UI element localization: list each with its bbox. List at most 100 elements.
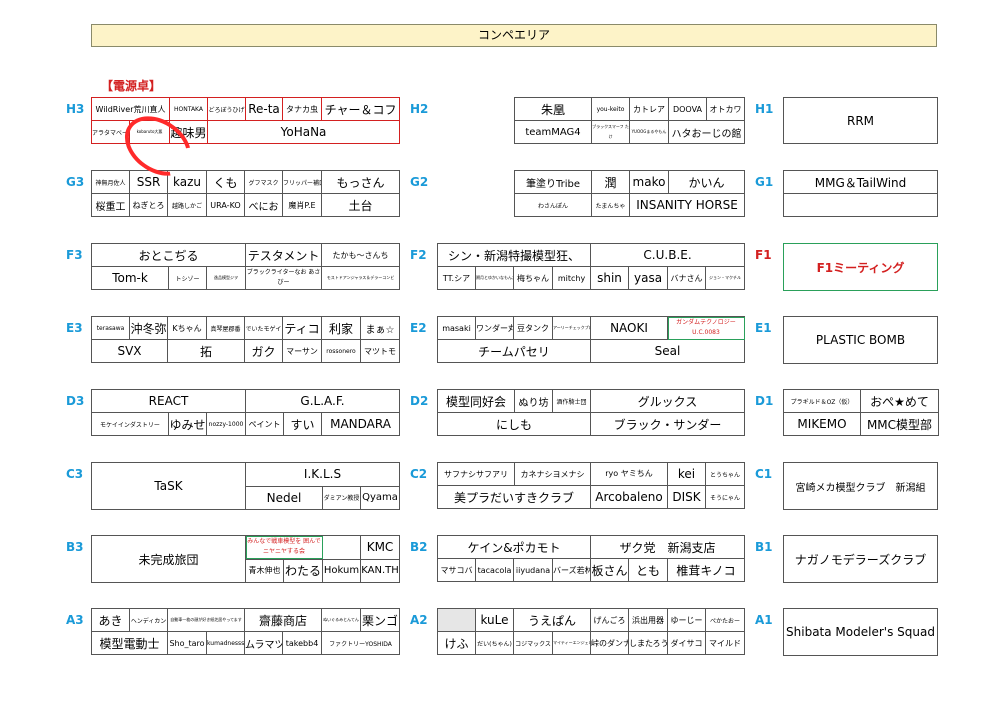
row-label-c1: C1 [755, 467, 773, 481]
table-cell: 筆塗りTribe [514, 170, 592, 194]
row-label-e1: E1 [755, 321, 772, 335]
table-cell: 拓 [167, 339, 245, 363]
table-cell: shin [590, 266, 630, 290]
row-label-b1: B1 [755, 540, 773, 554]
table-cell: yasa [628, 266, 669, 290]
table-cell: PLASTIC BOMB [783, 316, 938, 364]
table-cell: WildRiver荒川直人 [90, 97, 171, 121]
table-cell: kazu [167, 170, 207, 194]
table-cell: ぬり坊 [514, 389, 553, 413]
table-cell: ハタおーじの館 [668, 120, 745, 144]
table-cell: 豆タンク [513, 316, 553, 340]
table-cell: とも [628, 558, 668, 582]
table-cell: INSANITY HORSE [629, 193, 745, 217]
table-cell: MMG＆TailWind [783, 170, 938, 194]
table-cell: チームパセリ [437, 339, 591, 363]
row-label-a2: A2 [410, 613, 428, 627]
table-cell: 朱凰 [514, 97, 592, 121]
table-cell: terasawa [91, 316, 130, 340]
block-e2: masaki ワンダー丸 豆タンク アーリーチェックプロ NAOKI ガンダムテ… [437, 316, 745, 363]
block-b2: ケイン&ポカモト ザク党 新潟支店 マサコバ tacacola iiyudana… [437, 535, 746, 582]
table-cell: グフマスク [244, 170, 283, 194]
table-cell: 模型同好会 [437, 389, 515, 413]
table-cell: SSR [129, 170, 168, 194]
table-cell: ヘンディカン [129, 608, 168, 632]
block-f2: シン・新潟特撮模型狂、 C.U.B.E. TT.シア 朔月とゆかいなもんたち 梅… [436, 243, 746, 290]
row-label-e3: E3 [66, 321, 83, 335]
table-cell: バーズ若林 [552, 558, 591, 582]
table-cell: ザク党 新潟支店 [589, 535, 746, 559]
table-cell: チャー＆コフ [321, 97, 401, 121]
table-cell: Nedel [245, 485, 323, 510]
table-cell: NAOKI [590, 316, 668, 340]
table-cell: マーサン [282, 339, 322, 363]
table-cell: おとこぢる [90, 243, 247, 267]
row-label-d3: D3 [66, 394, 85, 408]
row-label-d2: D2 [410, 394, 429, 408]
table-cell: ファクトリーYOSHIDA [321, 631, 401, 655]
table-cell: ゆみせ [168, 412, 207, 436]
table-cell: masaki [437, 316, 476, 340]
table-cell: とうちゃん [705, 462, 745, 486]
row-label-f1: F1 [755, 248, 772, 262]
row-label-h1: H1 [755, 102, 774, 116]
table-cell: だい(ちゃん) [475, 631, 514, 655]
table-cell: 自動車一枚の顔が好き紙芝居やってます [166, 608, 246, 632]
table-cell: 魔肖P.E [282, 193, 322, 217]
table-cell: ジョン・マクチル [705, 266, 746, 290]
table-cell: YUOOGまるやもん [629, 120, 669, 144]
block-e3: terasawa 沖冬弥 Kちゃん 真琴屋郡番 でいたモゲイ ティコ 利家 まぁ… [91, 316, 400, 363]
table-cell: F1ミーティング [783, 243, 938, 291]
row-label-e2: E2 [410, 321, 427, 335]
table-cell: ティコ [282, 316, 322, 340]
table-cell: ryo ヤミちん [590, 462, 668, 486]
table-cell: マイルド [705, 631, 746, 655]
table-cell: 椎茸キノコ [666, 558, 746, 582]
block-h1: RRM [783, 97, 938, 144]
table-cell: モストドアンジャラス＆デラーコンビ [321, 266, 401, 290]
row-label-f3: F3 [66, 248, 83, 262]
table-cell: コジマックス [513, 631, 553, 655]
table-cell [322, 535, 362, 560]
table-cell: ゆーじー [667, 608, 707, 632]
table-cell: nozzy-1000 [206, 412, 246, 436]
block-h3: WildRiver荒川直人 HONTAKA どろぼうひげ Re-ta タナカ虫 … [90, 97, 401, 144]
table-cell: カネナシヨメナシ [514, 462, 591, 486]
table-cell: 栗ンゴ [360, 608, 401, 632]
table-cell: 利家 [321, 316, 361, 340]
table-cell: 潤 [591, 170, 630, 194]
table-cell: 美プラだいすきクラブ [437, 485, 591, 509]
row-label-a3: A3 [66, 613, 84, 627]
table-cell: そうにゃん [705, 485, 745, 509]
table-cell: 真琴屋郡番 [206, 316, 245, 340]
table-cell: mitchy [551, 266, 592, 290]
table-cell: ぺかたおー [705, 608, 746, 632]
table-cell: ケイン&ポカモト [437, 535, 591, 559]
block-b3: 未完成旅団 みんなで戦車模型を 囲んでニヤニヤする会 KMC 青木伸也 わたる … [91, 535, 401, 583]
table-cell: どろぼうひげ [207, 97, 247, 121]
table-cell: マツトモ [360, 339, 400, 363]
table-cell: kei [667, 462, 706, 486]
table-cell: TT.シア [437, 266, 476, 290]
table-cell: DOOVA [668, 97, 707, 121]
table-cell: ナガノモデラーズクラブ [783, 535, 938, 583]
table-cell: Tom-k [91, 266, 169, 290]
table-cell: 沖冬弥 [129, 316, 168, 340]
block-e1: PLASTIC BOMB [783, 316, 938, 364]
table-cell: Arcobaleno [590, 485, 668, 509]
table-cell: 土台 [321, 193, 400, 217]
row-label-h2: H2 [410, 102, 429, 116]
block-d2: 模型同好会 ぬり坊 酒作騎士団 グルックス にしも ブラック・サンダー [437, 389, 745, 436]
table-cell: 朔月とゆかいなもんたち [475, 266, 514, 290]
block-c3: TaSK I.K.L.S Nedel ダミアン教授 Qyama [91, 462, 400, 510]
table-cell: rossonero [321, 339, 361, 363]
table-cell: DISK [667, 485, 706, 509]
table-cell: ペイント [245, 412, 284, 436]
block-f1: F1ミーティング [783, 243, 938, 291]
block-g3: 神無月佐人 SSR kazu くも グフマスク フリッパー補口 もっさん 桜重工… [91, 170, 400, 217]
table-cell: MMC模型部 [860, 412, 939, 436]
table-cell: ブラックライターなお あさびー [245, 266, 323, 290]
table-cell: オトカワ [706, 97, 745, 121]
table-cell: テスタメント [245, 243, 323, 267]
table-cell: TaSK [91, 462, 246, 510]
